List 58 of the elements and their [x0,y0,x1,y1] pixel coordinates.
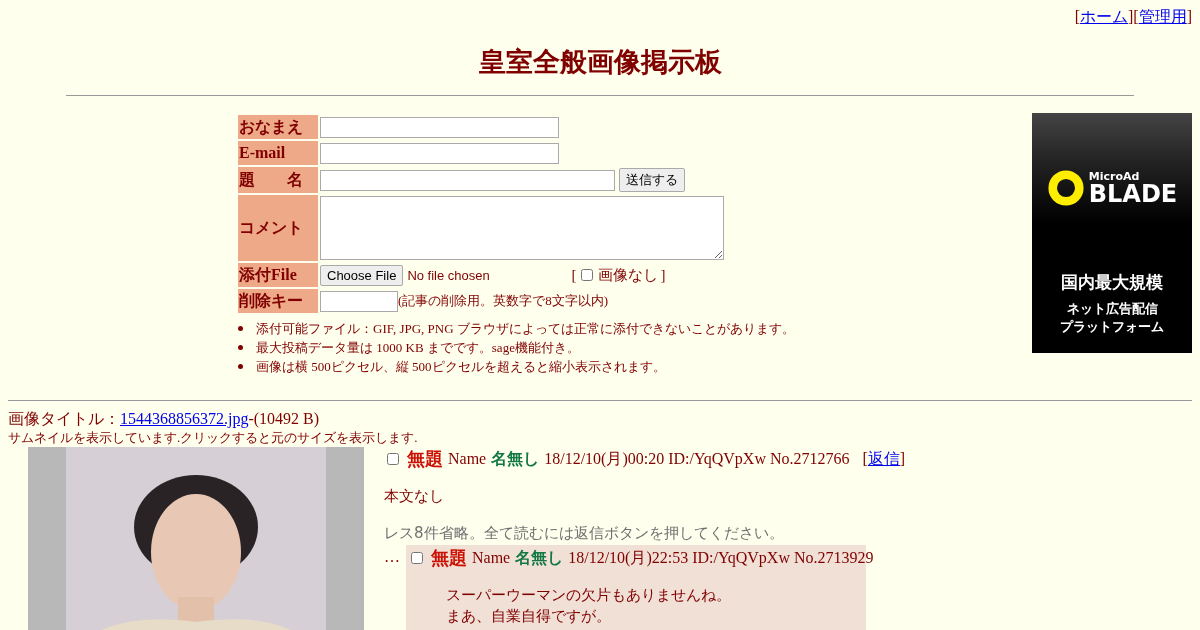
poster-name: 名無し [491,448,540,470]
choose-file-button[interactable]: Choose File [320,264,404,286]
bracket-text: ] [1128,8,1134,25]
file-status: No file chosen [407,267,491,283]
rule-note: 添付可能ファイル：GIF, JPG, PNG ブラウザによっては正常に添付できないことがあります。 [256,320,795,338]
field-label: 削除キー [238,289,318,313]
omitted-notice: レス8件省略。全て読むには返信ボタンを押してください。 [384,523,785,544]
image-link[interactable]: 1544368856372.jpg [120,410,249,427]
post-checkbox[interactable] [411,552,423,564]
field-label: おなまえ [238,115,318,139]
thumbnail-note: サムネイルを表示しています.クリックすると元のサイズを表示します. [8,429,419,447]
field-label: 題 名 [238,167,318,193]
post-subject: 無題 [407,448,443,470]
submit-button[interactable]: 送信する [619,168,685,192]
text-input[interactable] [320,142,559,164]
no-image-checkbox[interactable] [581,269,594,281]
comment-field[interactable] [320,196,724,260]
rule-note: 最大投稿データ量は 1000 KB までです。sage機能付き。 [256,339,580,357]
bracket-text: ] [1186,8,1192,25]
bracket-text: ] [660,266,666,284]
post-body: 本文なし [384,486,445,507]
text-input[interactable] [320,116,559,138]
field-note: (記事の削除用。英数字で8文字以内) [398,292,609,308]
reply-text: まあ、自業自得ですが。 [446,606,612,627]
post-subject: 無題 [431,547,467,569]
ring-logo-icon [1046,169,1085,207]
post-meta: 18/12/10(月)00:20 ID:/YqQVpXw No.2712766 [544,449,850,470]
bracket-text: [ [862,450,868,467]
ad-banner[interactable]: MicroAd BLADE 国内最大規模 ネット広告配信 プラットフォーム [1032,113,1192,353]
checkbox-label: 画像なし [598,265,659,285]
ad-brand-small: MicroAd [1088,170,1141,182]
poster-name: 名無し [515,547,564,569]
ad-headline: 国内最大規模 [1061,271,1163,294]
image-title-label: 画像タイトル： [8,410,120,427]
post-checkbox[interactable] [387,453,399,465]
ad-text: ネット広告配信 [1066,300,1158,318]
delete-key-input[interactable] [320,290,398,312]
bracket-text: ] [899,450,906,467]
subject-input[interactable] [320,169,615,191]
name-label: Name [448,449,487,469]
field-label: 添付File [238,263,318,287]
name-label: Name [472,548,511,568]
rule-note: 画像は横 500ピクセル、縦 500ピクセルを超えると縮小表示されます。 [256,358,666,376]
ad-text: プラットフォーム [1060,318,1164,336]
bracket-text: [ [1074,8,1080,25]
file-size: -(10492 B) [248,410,320,427]
nav-link[interactable]: ホーム [1080,8,1128,25]
bracket-text: [ [571,266,577,284]
ad-brand: BLADE [1088,181,1178,206]
reply-text: スーパーウーマンの欠片もありませんね。 [446,585,732,606]
post-meta: 18/12/10(月)22:53 ID:/YqQVpXw No.2713929 [568,548,874,569]
nav-link[interactable]: 管理用 [1138,8,1187,25]
field-label: E-mail [238,141,318,165]
bracket-text: [ [1133,8,1139,25]
field-label: コメント [238,195,318,261]
reply-link[interactable]: 返信 [867,450,900,467]
page-title: 皇室全般画像掲示板 [477,46,723,78]
reply-marker: … [384,547,400,567]
